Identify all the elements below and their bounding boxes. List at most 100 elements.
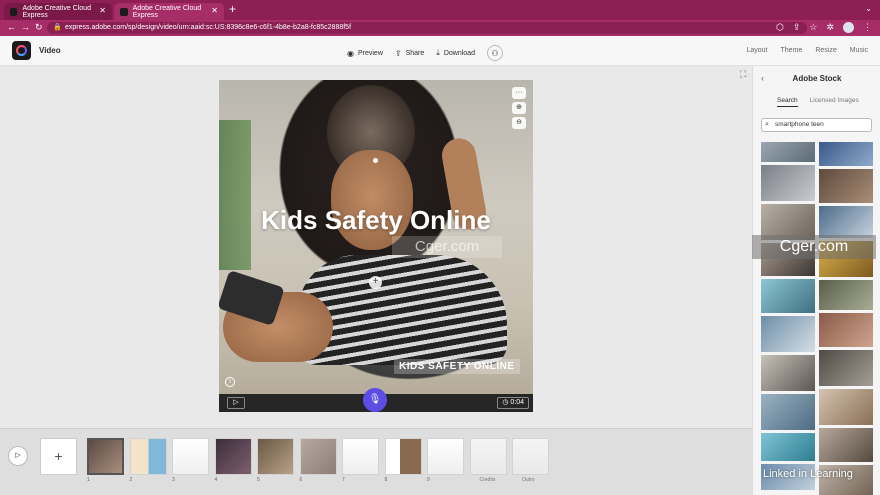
resize-button[interactable]: Resize: [815, 47, 836, 54]
window-minimize-icon[interactable]: ⌄: [865, 4, 872, 13]
extension-icon[interactable]: ⬡: [776, 22, 784, 33]
bookmark-star-icon[interactable]: ☆: [809, 22, 817, 33]
scene-timeline: ▷ + 1 2 3 4 5 6 7 8 9 Credits Outro: [0, 428, 752, 495]
scene-number: 2: [129, 477, 133, 483]
browser-toolbar-icons: ⬡ ⇪ ☆ ✲ ⋮: [776, 22, 872, 33]
timeline-scene[interactable]: [469, 438, 507, 475]
timeline-scene[interactable]: [129, 438, 167, 475]
scene-number: 8: [384, 477, 388, 483]
header-actions: ◉ Preview ⇪ Share ⤓ Download ⚇: [347, 45, 503, 61]
background-plant-image: [219, 120, 251, 270]
eye-icon: ◉: [347, 48, 354, 58]
layout-button[interactable]: Layout: [746, 47, 767, 54]
linkedin-learning-watermark: Linked in Learning: [763, 468, 853, 480]
invite-collaborator-icon[interactable]: ⚇: [486, 45, 503, 61]
puzzle-icon[interactable]: ✲: [826, 22, 834, 33]
share-label: Share: [405, 49, 425, 57]
timeline-scene[interactable]: [87, 438, 124, 475]
stock-thumbnail[interactable]: [819, 206, 873, 238]
stock-thumbnail[interactable]: [819, 280, 873, 310]
preview-button[interactable]: ◉ Preview: [347, 49, 383, 58]
forward-icon[interactable]: →: [21, 22, 30, 32]
profile-avatar-icon[interactable]: [843, 22, 854, 33]
browser-tab-bar: Adobe Creative Cloud Express ✕ Adobe Cre…: [0, 0, 880, 20]
more-options-icon[interactable]: ···: [512, 87, 526, 99]
theme-button[interactable]: Theme: [781, 47, 803, 54]
music-button[interactable]: Music: [850, 47, 868, 54]
tab-licensed-images[interactable]: Licensed Images: [810, 97, 859, 107]
stock-thumbnail[interactable]: [761, 355, 815, 391]
slide-playbar: ▷ 🎙 ◷ 0:04: [219, 388, 533, 412]
fullscreen-icon[interactable]: ⛶: [740, 69, 746, 80]
lock-icon: 🔒: [53, 24, 62, 31]
timeline-scene[interactable]: [214, 438, 252, 475]
stock-thumbnail[interactable]: [819, 313, 873, 347]
panel-title: Adobe Stock: [792, 74, 842, 83]
scene-label: Credits: [479, 477, 496, 483]
timeline-scene[interactable]: [172, 438, 209, 475]
app-header: Video ◉ Preview ⇪ Share ⤓ Download ⚇ Lay…: [0, 36, 880, 66]
panel-tabs: Search Licensed Images: [777, 97, 859, 107]
cger-watermark: Cger.com: [392, 236, 502, 258]
microphone-record-icon[interactable]: 🎙: [363, 388, 387, 412]
preview-label: Preview: [357, 49, 383, 57]
focal-point-icon[interactable]: [373, 158, 378, 163]
browser-tab-2[interactable]: Adobe Creative Cloud Express ✕: [114, 3, 224, 20]
stock-thumbnail[interactable]: [761, 433, 815, 461]
new-tab-icon[interactable]: +: [229, 2, 236, 16]
stock-thumbnail[interactable]: [819, 142, 873, 166]
stock-thumbnail[interactable]: [819, 389, 873, 425]
clock-icon: ◷: [502, 399, 509, 406]
timeline-scene[interactable]: [257, 438, 294, 475]
add-scene-button[interactable]: +: [40, 438, 77, 475]
timeline-scene[interactable]: [384, 438, 422, 475]
download-label: Download: [443, 49, 475, 57]
play-video-icon[interactable]: ▷: [8, 446, 28, 466]
info-icon[interactable]: i: [225, 377, 235, 387]
stock-thumbnail[interactable]: [819, 428, 873, 462]
add-element-icon[interactable]: +: [369, 276, 382, 289]
header-right-menu: Layout Theme Resize Music: [746, 47, 868, 54]
share-button[interactable]: ⇪ Share: [395, 49, 424, 58]
search-value: smartphone teen: [775, 121, 824, 128]
timeline-scene[interactable]: [299, 438, 337, 475]
slide-duration-button[interactable]: ◷ 0:04: [497, 397, 529, 409]
url-field[interactable]: 🔒 express.adobe.com/sp/design/video/urn:…: [47, 22, 807, 34]
adobe-favicon-icon: [120, 7, 128, 16]
slide-subtitle-text[interactable]: KIDS SAFETY ONLINE: [394, 359, 520, 374]
slide-title-text[interactable]: Kids Safety Online: [219, 205, 533, 236]
zoom-in-icon[interactable]: ⊕: [512, 102, 526, 114]
stock-thumbnail[interactable]: [761, 316, 815, 352]
close-tab-icon[interactable]: ✕: [211, 6, 218, 15]
stock-thumbnail[interactable]: [819, 350, 873, 386]
reload-icon[interactable]: ↻: [35, 22, 43, 33]
scene-number: 3: [172, 477, 175, 483]
stock-search-input[interactable]: ⌕ smartphone teen: [761, 118, 872, 132]
stock-thumbnail[interactable]: [761, 279, 815, 313]
browser-tab-1[interactable]: Adobe Creative Cloud Express ✕: [4, 3, 112, 20]
stock-thumbnail[interactable]: [761, 165, 815, 201]
scene-number: 9: [427, 477, 430, 483]
adobe-favicon-icon: [10, 7, 18, 16]
play-slide-icon[interactable]: ▷: [227, 397, 245, 409]
duration-text: 0:04: [510, 399, 524, 406]
stock-thumbnail[interactable]: [761, 142, 815, 162]
tab-search[interactable]: Search: [777, 97, 798, 107]
tab-label: Adobe Creative Cloud Express: [132, 4, 202, 19]
cger-watermark: Cger.com: [752, 235, 876, 259]
browser-menu-icon[interactable]: ⋮: [863, 22, 872, 33]
scene-number: 6: [299, 477, 303, 483]
creative-cloud-express-logo-icon[interactable]: [12, 41, 31, 60]
timeline-scene[interactable]: [512, 438, 549, 475]
back-icon[interactable]: ←: [7, 22, 16, 32]
stock-thumbnail[interactable]: [761, 394, 815, 430]
download-button[interactable]: ⤓ Download: [436, 48, 475, 58]
stock-thumbnail[interactable]: [819, 169, 873, 203]
timeline-scene[interactable]: [342, 438, 379, 475]
project-title[interactable]: Video: [39, 46, 61, 55]
close-tab-icon[interactable]: ✕: [99, 6, 106, 15]
share-page-icon[interactable]: ⇪: [793, 22, 801, 33]
timeline-scene[interactable]: [427, 438, 464, 475]
scene-number: 5: [257, 477, 260, 483]
zoom-out-icon[interactable]: ⊖: [512, 117, 526, 129]
